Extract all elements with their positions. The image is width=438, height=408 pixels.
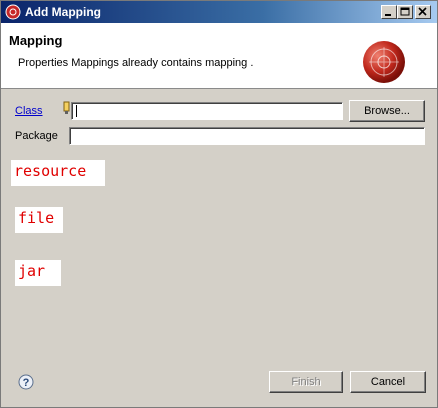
minimize-button[interactable] [381, 5, 397, 19]
dialog-header: Mapping Properties Mappings already cont… [1, 23, 437, 89]
minimize-icon [385, 14, 391, 16]
maximize-button[interactable] [397, 5, 413, 19]
help-icon[interactable]: ? [18, 374, 34, 390]
window-title: Add Mapping [25, 5, 101, 19]
package-label: Package [15, 130, 58, 142]
maximize-icon [400, 7, 410, 16]
svg-text:?: ? [23, 377, 30, 389]
wizard-banner-icon [363, 41, 405, 83]
class-input[interactable] [71, 102, 343, 120]
page-title: Mapping [9, 33, 63, 48]
class-link[interactable]: Class [15, 105, 43, 117]
text-caret [76, 105, 77, 117]
header-message: Properties Mappings already contains map… [18, 57, 254, 69]
cancel-button[interactable]: Cancel [350, 371, 426, 393]
close-icon [418, 7, 427, 16]
content-assist-icon [63, 101, 70, 114]
add-mapping-dialog: Add Mapping Mapping Properties Mappings … [0, 0, 438, 408]
app-icon [5, 4, 21, 20]
annotation-jar: jar [15, 260, 61, 286]
finish-button[interactable]: Finish [269, 371, 343, 393]
package-input[interactable] [69, 127, 425, 145]
browse-button[interactable]: Browse... [349, 100, 425, 122]
title-bar[interactable]: Add Mapping [1, 1, 437, 23]
annotation-resource: resource [11, 160, 105, 186]
close-button[interactable] [415, 5, 431, 19]
annotation-file: file [15, 207, 63, 233]
